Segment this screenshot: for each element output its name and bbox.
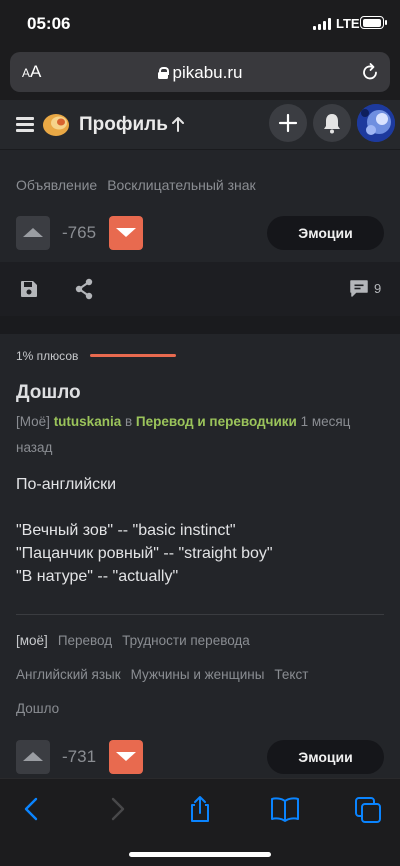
rating-percent: 1% плюсов (16, 349, 79, 363)
post-meta: [Моё] tutuskania в Перевод и переводчики… (16, 409, 376, 461)
back-icon[interactable] (17, 795, 47, 823)
pikabu-logo-icon[interactable] (42, 110, 72, 138)
menu-icon[interactable] (16, 117, 34, 132)
tag[interactable]: [моё] (16, 633, 48, 648)
user-avatar[interactable] (357, 104, 395, 142)
post1-action-bar: 9 (0, 262, 400, 316)
upvote-button[interactable] (16, 740, 50, 774)
browser-address-area: AA pikabu.ru (0, 46, 400, 100)
post-body: По-английски "Вечный зов" -- "basic inst… (16, 473, 384, 588)
post-divider (0, 316, 400, 334)
tag-row: [моё] Перевод Трудности перевода (16, 633, 260, 648)
plus-icon (278, 113, 298, 133)
post1-tags: Объявление Восклицательный знак (16, 177, 266, 193)
save-icon[interactable] (19, 279, 39, 299)
post-title[interactable]: Дошло (16, 382, 81, 404)
bookmarks-icon[interactable] (270, 795, 300, 823)
notifications-button[interactable] (313, 104, 351, 142)
emotions-button[interactable]: Эмоции (267, 740, 384, 774)
tag-row: Английский язык Мужчины и женщины Текст (16, 667, 318, 682)
scroll-up-icon[interactable] (171, 115, 185, 133)
url-text: pikabu.ru (172, 63, 243, 82)
post-body-line: "В натуре" -- "actually" (16, 568, 179, 585)
lock-icon (157, 67, 169, 79)
post-rating: -731 (62, 747, 97, 766)
page-title[interactable]: Профиль (79, 114, 168, 136)
rating-bar (90, 354, 176, 357)
downvote-button[interactable] (109, 216, 143, 250)
tag[interactable]: Трудности перевода (122, 633, 250, 648)
tag[interactable]: Текст (274, 667, 308, 682)
comments-count[interactable]: 9 (374, 281, 381, 296)
tabs-icon[interactable] (353, 795, 383, 823)
post1-vote-row: -765 Эмоции (16, 216, 384, 250)
site-header: Профиль (0, 100, 400, 150)
downvote-button[interactable] (109, 740, 143, 774)
tag[interactable]: Восклицательный знак (107, 177, 256, 193)
post-body-line: "Вечный зов" -- "basic instinct" (16, 522, 236, 539)
tag[interactable]: Объявление (16, 177, 97, 193)
add-post-button[interactable] (269, 104, 307, 142)
upvote-button[interactable] (16, 216, 50, 250)
separator (16, 614, 384, 615)
mine-label: [Моё] (16, 414, 50, 429)
home-indicator (129, 852, 271, 857)
comments-icon[interactable] (349, 279, 369, 298)
url-field[interactable]: pikabu.ru (10, 63, 390, 83)
tag[interactable]: Перевод (58, 633, 112, 648)
post2-vote-row: -731 Эмоции (16, 740, 384, 774)
tag[interactable]: Дошло (16, 701, 59, 716)
signal-icon (313, 18, 331, 30)
in-word: в (124, 414, 133, 429)
bell-icon (324, 114, 340, 134)
status-time: 05:06 (27, 14, 71, 33)
address-bar[interactable]: AA pikabu.ru (10, 52, 390, 92)
share-icon[interactable] (74, 278, 94, 300)
status-bar: 05:06 LTE (0, 0, 400, 46)
tag-row: Дошло (16, 701, 69, 716)
battery-icon (360, 16, 387, 29)
community-link[interactable]: Перевод и переводчики (136, 414, 297, 429)
post-author-link[interactable]: tutuskania (54, 414, 122, 429)
post-body-line: По-английски (16, 476, 117, 493)
reload-icon[interactable] (360, 62, 380, 82)
post-rating: -765 (62, 223, 97, 242)
tag[interactable]: Английский язык (16, 667, 121, 682)
network-type: LTE (336, 16, 360, 31)
forward-icon[interactable] (102, 795, 132, 823)
tag[interactable]: Мужчины и женщины (131, 667, 265, 682)
emotions-button[interactable]: Эмоции (267, 216, 384, 250)
share-icon[interactable] (185, 795, 215, 823)
post-body-line: "Пацанчик ровный" -- "straight boy" (16, 545, 273, 562)
